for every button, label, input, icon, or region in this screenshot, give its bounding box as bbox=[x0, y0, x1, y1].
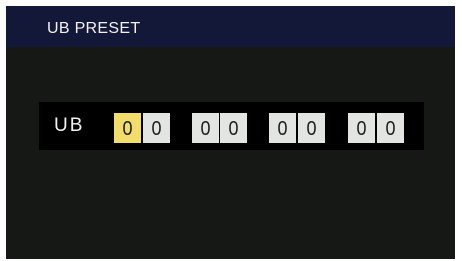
title-bar: UB PRESET bbox=[6, 6, 455, 47]
ub-digit-5-value: 0 bbox=[277, 116, 288, 140]
ub-input-panel: UB 0 0 0 0 0 0 0 0 bbox=[39, 102, 424, 150]
ub-digit-8-value: 0 bbox=[385, 116, 396, 140]
ub-digit-2[interactable]: 0 bbox=[143, 113, 170, 143]
ub-preset-screen: UB PRESET UB 0 0 0 0 0 0 0 0 bbox=[6, 6, 455, 259]
ub-digit-7[interactable]: 0 bbox=[348, 113, 375, 143]
ub-digit-4[interactable]: 0 bbox=[220, 113, 247, 143]
ub-digit-8[interactable]: 0 bbox=[377, 113, 404, 143]
screen-title: UB PRESET bbox=[47, 20, 141, 37]
ub-digit-2-value: 0 bbox=[151, 116, 162, 140]
ub-digit-6[interactable]: 0 bbox=[298, 113, 325, 143]
ub-digit-1[interactable]: 0 bbox=[114, 113, 141, 143]
ub-digit-3-value: 0 bbox=[200, 116, 211, 140]
ub-label: UB bbox=[54, 115, 85, 136]
ub-digit-3[interactable]: 0 bbox=[192, 113, 219, 143]
ub-digit-5[interactable]: 0 bbox=[269, 113, 296, 143]
ub-digit-7-value: 0 bbox=[356, 116, 367, 140]
ub-digit-6-value: 0 bbox=[306, 116, 317, 140]
ub-digit-4-value: 0 bbox=[228, 116, 239, 140]
ub-digit-1-value: 0 bbox=[122, 116, 133, 140]
